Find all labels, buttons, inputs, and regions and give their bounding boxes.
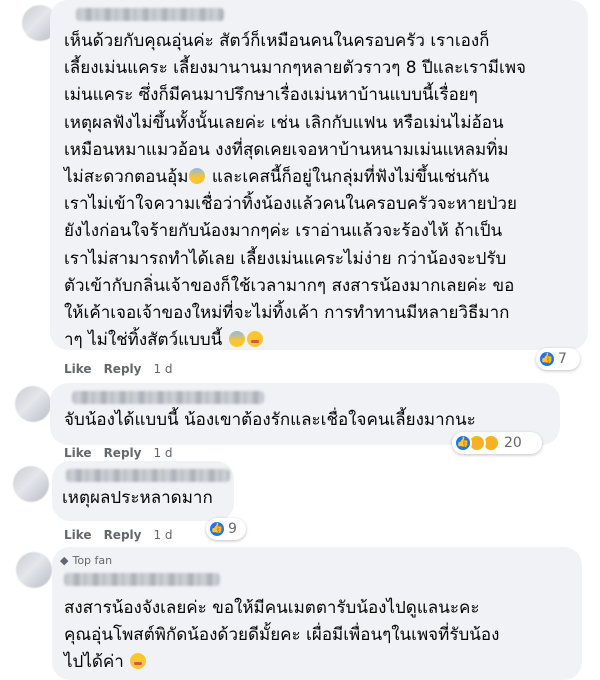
reaction-summary[interactable]: 👍 7 xyxy=(536,348,580,370)
anxious-face-emoji-icon xyxy=(189,168,206,185)
reply-link[interactable]: Reply xyxy=(104,362,142,376)
commenter-name[interactable] xyxy=(72,391,264,404)
commenter-name[interactable] xyxy=(66,469,230,482)
comment-feed: เห็นด้วยกับคุณอุ่นค่ะ สัตว์ก็เหมือนคนในค… xyxy=(0,0,600,680)
comment-timestamp[interactable]: 1 d xyxy=(153,528,172,542)
comment-bubble: ◆ Top fan สงสารน้องจังเลยค่ะ ขอให้มีคนเม… xyxy=(52,547,582,680)
comment-text: เหตุผลประหลาดมาก xyxy=(62,488,213,508)
reply-link[interactable]: Reply xyxy=(104,446,142,460)
reaction-summary[interactable]: 👍 9 xyxy=(206,518,246,540)
commenter-name[interactable] xyxy=(64,573,220,586)
like-link[interactable]: Like xyxy=(64,446,92,460)
comment-actions: Like Reply 1 d xyxy=(64,528,173,542)
like-reaction-icon: 👍 xyxy=(454,434,472,452)
comment-timestamp[interactable]: 1 d xyxy=(153,446,172,460)
like-link[interactable]: Like xyxy=(64,362,92,376)
comment-actions: Like Reply 1 d xyxy=(64,446,173,460)
comment-text: เห็นด้วยกับคุณอุ่นค่ะ สัตว์ก็เหมือนคนในค… xyxy=(64,28,584,354)
top-fan-badge: ◆ Top fan xyxy=(60,554,112,567)
comment-text-part-2: และเคสนี้ก็อยู่ในกลุ่มที่ฟังไม่ขึ้นเช่นก… xyxy=(64,167,517,351)
like-reaction-icon: 👍 xyxy=(208,520,226,538)
commenter-avatar[interactable] xyxy=(13,466,49,502)
commenter-avatar[interactable] xyxy=(15,386,51,422)
reaction-count: 9 xyxy=(228,521,237,537)
top-fan-label: Top fan xyxy=(72,554,113,567)
comment-text: สงสารน้องจังเลยค่ะ ขอให้มีคนเมตตารับน้อง… xyxy=(64,595,579,677)
comment-bubble: เหตุผลประหลาดมาก xyxy=(52,461,234,521)
reaction-summary[interactable]: 👍 20 xyxy=(452,432,542,454)
reaction-count: 7 xyxy=(558,351,567,367)
reply-link[interactable]: Reply xyxy=(104,528,142,542)
commenter-avatar[interactable] xyxy=(16,552,52,588)
like-reaction-icon: 👍 xyxy=(538,350,556,368)
comment-text: จับน้องได้แบบนี้ น้องเขาต้องรักและเชื่อใ… xyxy=(64,410,476,430)
comment-timestamp[interactable]: 1 d xyxy=(153,362,172,376)
like-link[interactable]: Like xyxy=(64,528,92,542)
comment-text-part-1: เห็นด้วยกับคุณอุ่นค่ะ สัตว์ก็เหมือนคนในค… xyxy=(64,31,526,188)
diamond-icon: ◆ xyxy=(60,554,69,567)
comment-actions: Like Reply 1 d xyxy=(64,362,173,376)
pleading-face-emoji-icon xyxy=(246,331,263,348)
pleading-face-emoji-icon xyxy=(130,653,147,670)
commenter-name[interactable] xyxy=(76,8,224,21)
comment-bubble: เห็นด้วยกับคุณอุ่นค่ะ สัตว์ก็เหมือนคนในค… xyxy=(50,0,588,350)
reaction-count: 20 xyxy=(504,435,522,451)
anxious-face-emoji-icon xyxy=(228,331,245,348)
